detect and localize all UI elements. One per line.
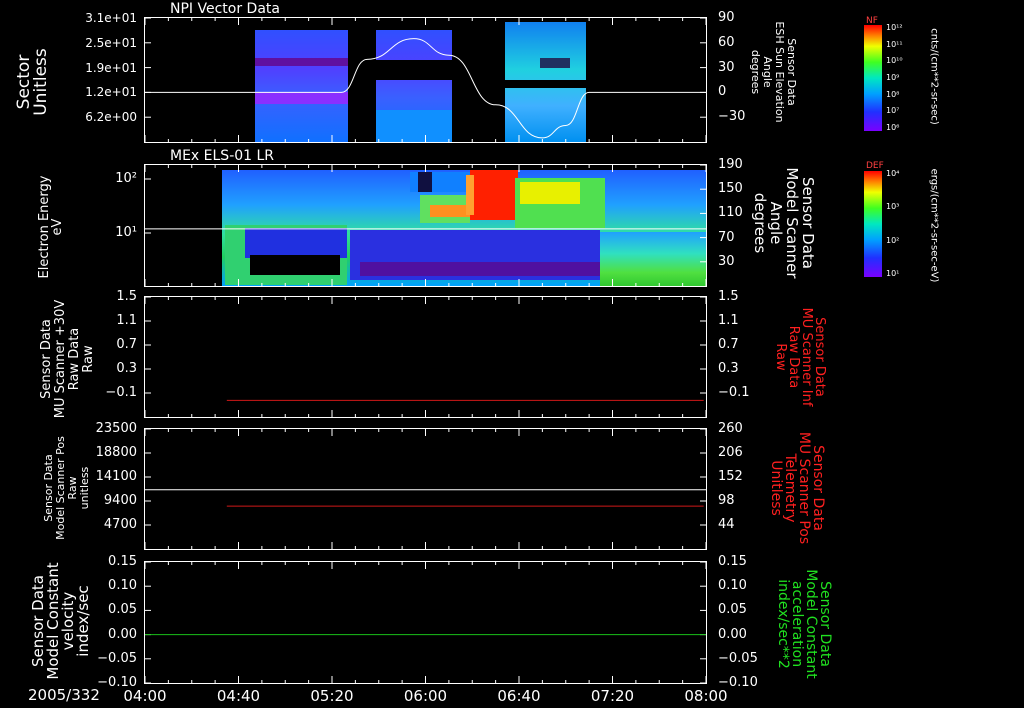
colorbar-1-tick: 10¹² [886, 23, 903, 32]
colorbar-1-tick: 10⁷ [886, 106, 900, 116]
x-tick-label: 05:20 [310, 687, 354, 705]
panel-1-title: NPI Vector Data [170, 1, 280, 17]
x-tick-label: 08:00 [684, 687, 728, 705]
x-tick-label: 06:00 [403, 687, 448, 705]
p4-left-tick: 18800 [95, 445, 137, 460]
colorbar-2-tick: 10³ [886, 202, 900, 212]
p2-ylabel: Electron Energy eV [37, 175, 65, 279]
p1-left-tick: 1.9e+01 [85, 60, 137, 75]
p4-right-tick: 44 [718, 517, 735, 532]
x-tick-label: 04:40 [216, 687, 261, 705]
p3-right-tick: 0.3 [718, 361, 739, 376]
colorbar-2-tick: 10² [886, 235, 900, 245]
p1-right-tick: 0 [718, 84, 727, 100]
colorbar-1-title: NF [866, 16, 878, 26]
p5-right-tick: 0.15 [718, 554, 747, 569]
p4-right-ylabel: Sensor Data MU Scanner Pos Telemetry Unitl… [768, 431, 826, 545]
p3-left-tick: 0.3 [116, 361, 137, 376]
colorbar-2-title: DEF [866, 161, 884, 171]
p2-red-patch [470, 170, 518, 220]
p4-right-tick: 206 [718, 445, 743, 460]
p4-left-tick: 14100 [95, 469, 137, 484]
colorbar-1-tick: 10⁹ [886, 73, 900, 82]
p5-right-tick: −0.05 [718, 650, 758, 666]
p5-left-tick: 0.00 [108, 626, 137, 642]
p3-left-tick: 0.7 [116, 337, 137, 352]
x-tick-label: 06:40 [497, 687, 541, 705]
p1-right-tick: 90 [718, 10, 735, 25]
colorbar-2-tick: 10¹ [886, 269, 900, 278]
p2-right-ylabel: Sensor Data Model Scanner Angle degrees [751, 167, 817, 279]
panel-3-frame [144, 296, 707, 418]
colorbar-2-unit: ergs/(cm**2-sr-sec-eV) [928, 168, 940, 283]
p4-ylabel: Sensor Data Model Scanner Pos Raw unitless [42, 436, 91, 540]
p2-right-tick: 30 [718, 253, 735, 269]
p1-right-ylabel: Sensor Data ESH Sun Elevation Angle degree… [749, 21, 798, 123]
panel-5-frame [144, 561, 707, 684]
p1-right-tick: 60 [718, 34, 735, 50]
p5-ylabel: Sensor Data Model Constant velocity index/… [29, 562, 92, 680]
p3-ylabel: Sensor Data MU Scanner +30V Raw Data Raw [39, 299, 96, 419]
p5-right-ylabel: Sensor Data Model Constant acceleration in… [775, 569, 833, 679]
panel-4-frame [144, 428, 707, 550]
colorbar-2-tick: 10⁴ [886, 169, 900, 178]
p2-right-tick: 70 [718, 229, 735, 245]
chart-figure [144, 17, 882, 684]
p4-left-tick: 4700 [103, 517, 137, 532]
p4-right-tick: 152 [718, 469, 743, 484]
p1-left-tick: 2.5e+01 [85, 35, 137, 50]
p1-left-tick: 6.2e+00 [85, 110, 137, 125]
p3-left-tick: −0.1 [105, 385, 137, 400]
colorbar-1-tick: 10⁶ [886, 123, 900, 132]
p3-right-tick: 1.5 [718, 289, 739, 304]
p1-block-1 [255, 30, 348, 142]
p2-heatmap [222, 170, 706, 286]
panel-2-title: MEx ELS-01 LR [170, 148, 275, 164]
colorbar-1-tick: 10¹¹ [886, 39, 903, 49]
date-label: 2005/332 [28, 686, 100, 704]
colorbar-1 [864, 25, 882, 131]
p3-right-ylabel: Sensor Data MU Scanner Inf Raw Data Raw [773, 307, 827, 407]
colorbar-1-tick: 10¹⁰ [886, 56, 903, 66]
p2-left-tick: 10¹ [115, 225, 137, 240]
p5-left-tick: 0.15 [108, 554, 137, 569]
colorbar-1-unit: cnts/(cm**2-sr-sec) [928, 28, 940, 125]
x-tick-label: 04:00 [123, 687, 167, 705]
p4-right-tick: 260 [718, 421, 743, 436]
p1-right-tick: 30 [718, 59, 735, 75]
p5-left-tick: −0.05 [97, 650, 137, 666]
p4-right-tick: 98 [718, 493, 735, 508]
p3-left-tick: 1.1 [116, 313, 137, 328]
p1-right-tick: −30 [718, 109, 746, 125]
p5-left-tick: 0.10 [108, 578, 137, 594]
p2-right-tick: 150 [718, 181, 743, 197]
p1-left-tick: 1.2e+01 [85, 85, 137, 100]
p2-left-tick: 10² [115, 171, 137, 186]
p4-left-tick: 23500 [95, 421, 137, 436]
p5-left-tick: 0.05 [108, 602, 137, 618]
colorbar-1-tick: 10⁸ [886, 89, 900, 99]
p2-right-tick: 110 [718, 205, 743, 221]
p2-right-tick: 190 [718, 157, 743, 172]
p1-left-tick: 3.1e+01 [85, 11, 137, 25]
colorbar-2 [864, 171, 882, 277]
p5-right-tick: 0.10 [718, 578, 747, 594]
p5-right-tick: 0.05 [718, 602, 747, 618]
p1-ylabel: Sector Unitless [14, 48, 51, 116]
x-tick-label: 07:20 [590, 687, 635, 705]
p3-right-tick: 0.7 [718, 337, 739, 352]
p5-right-tick: 0.00 [718, 626, 747, 642]
p4-left-tick: 9400 [103, 493, 137, 508]
p3-right-tick: −0.1 [718, 385, 750, 400]
p3-left-tick: 1.5 [116, 289, 137, 304]
p3-right-tick: 1.1 [718, 313, 739, 328]
